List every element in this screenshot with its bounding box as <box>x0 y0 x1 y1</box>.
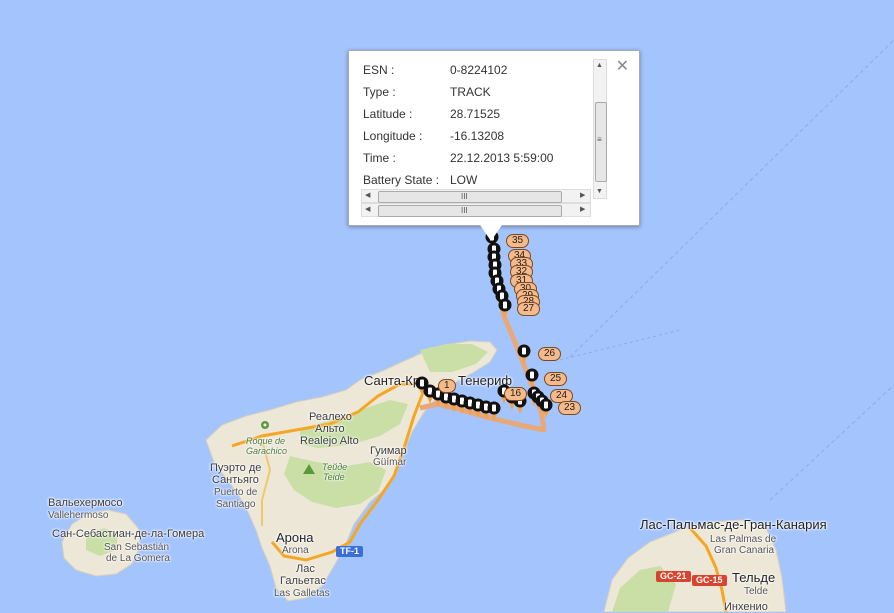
place-label-galletas: Гальетас <box>280 575 326 587</box>
info-row-time: Time : 22.12.2013 5:59:00 <box>361 147 593 169</box>
info-value: 0-8224102 <box>450 63 508 77</box>
place-label-galletas: Лас <box>296 563 315 575</box>
place-label-las-palmas: Gran Canaria <box>714 545 775 556</box>
place-label-san-sebastian: de La Gomera <box>106 553 170 564</box>
place-label-las-palmas: Las Palmas de <box>710 534 777 545</box>
info-window: ✕ ESN : 0-8224102 Type : TRACK Latitude … <box>348 50 640 226</box>
info-value: LOW <box>450 173 478 187</box>
place-label-puerto: Puerto de <box>214 487 258 498</box>
info-value: TRACK <box>450 85 491 99</box>
track-label[interactable]: 26 <box>538 347 562 361</box>
track-marker-pin[interactable] <box>539 398 553 418</box>
track-marker-pin[interactable] <box>517 344 531 364</box>
info-row-battery: Battery State : LOW <box>361 169 593 191</box>
place-label-teide: Тейде <box>322 462 348 472</box>
vertical-scrollbar[interactable]: ▲ ≡ ▼ <box>593 59 607 199</box>
scroll-up-icon[interactable]: ▲ <box>596 61 603 71</box>
place-label-san-sebastian: Сан-Себастиан-де-ла-Гомера <box>52 528 205 540</box>
place-label-san-sebastian: San Sebastián <box>104 542 170 553</box>
place-label-telde: Тельде <box>732 570 776 585</box>
place-label-galletas: Las Galletas <box>274 588 330 599</box>
info-key: Time : <box>363 151 396 165</box>
track-marker-pin[interactable] <box>487 401 501 421</box>
place-label-vallehermoso: Вальехермосо <box>48 497 123 509</box>
info-value: 28.71525 <box>450 107 501 121</box>
place-label-realejo: Альто <box>315 423 345 435</box>
info-row-longitude: Longitude : -16.13208 <box>361 125 593 147</box>
info-key: Battery State : <box>363 173 440 187</box>
track-marker-pin[interactable] <box>525 368 539 388</box>
place-label-arona: Arona <box>282 545 309 556</box>
info-row-latitude: Latitude : 28.71525 <box>361 103 593 125</box>
info-window-pointer <box>480 225 502 241</box>
track-label[interactable]: 16 <box>504 387 528 401</box>
info-row-type: Type : TRACK <box>361 81 593 103</box>
place-label-teide: Teide <box>323 472 345 482</box>
scroll-thumb[interactable]: ≡ <box>595 102 607 182</box>
track-label[interactable]: 35 <box>506 234 530 248</box>
road-shield-gc21: GC-21 <box>656 571 691 582</box>
place-label-realejo: Реалехо <box>309 411 352 423</box>
place-label-puerto: Santiago <box>216 499 256 510</box>
road-shield-gc15: GC-15 <box>692 575 727 586</box>
info-key: ESN : <box>363 63 395 77</box>
info-value: 22.12.2013 5:59:00 <box>450 151 554 165</box>
info-content: ESN : 0-8224102 Type : TRACK Latitude : … <box>361 59 593 189</box>
viewpoint-icon <box>261 421 269 429</box>
place-label-telde: Telde <box>744 586 768 597</box>
road-shield-tf1: TF-1 <box>336 546 363 557</box>
scroll-down-icon[interactable]: ▼ <box>596 187 603 197</box>
scroll-left-icon[interactable]: ◀ <box>365 191 370 201</box>
info-key: Latitude : <box>363 107 413 121</box>
scroll-thumb[interactable]: III <box>378 205 562 217</box>
horizontal-scrollbar[interactable]: ◀ III ▶ <box>361 203 591 217</box>
place-label-vallehermoso: Vallehermoso <box>48 510 109 521</box>
ferry-route-line <box>559 329 681 361</box>
scroll-thumb[interactable]: III <box>378 191 562 203</box>
info-key: Type : <box>363 85 396 99</box>
close-icon[interactable]: ✕ <box>616 59 629 75</box>
place-label-puerto: Пуэрто де <box>210 462 262 474</box>
info-key: Longitude : <box>363 129 423 143</box>
place-label-guimar: Гуимар <box>370 445 407 457</box>
place-label-las-palmas: Лас-Пальмас-де-Гран-Канария <box>640 517 827 532</box>
ferry-route-line <box>769 384 894 501</box>
place-label-puerto: Сантьяго <box>212 474 259 486</box>
scroll-right-icon[interactable]: ▶ <box>580 205 585 215</box>
place-label-roque: Roque de <box>246 436 286 446</box>
place-label-ingenio: Инхенио <box>724 601 768 613</box>
scroll-right-icon[interactable]: ▶ <box>580 191 585 201</box>
place-label-arona: Арона <box>276 530 314 545</box>
horizontal-scrollbar[interactable]: ◀ III ▶ <box>361 189 591 203</box>
grip-icon: ≡ <box>597 135 602 144</box>
info-value: -16.13208 <box>450 129 505 143</box>
scroll-left-icon[interactable]: ◀ <box>365 205 370 215</box>
mountain-icon <box>303 464 315 474</box>
place-label-guimar: Güímar <box>373 457 407 468</box>
place-label-realejo: Realejo Alto <box>300 435 359 447</box>
place-label-roque: Garachico <box>246 446 288 456</box>
track-label[interactable]: 25 <box>544 372 568 386</box>
track-label[interactable]: 23 <box>558 401 582 415</box>
track-label[interactable]: 1 <box>438 379 456 393</box>
track-marker-pin[interactable] <box>498 298 512 318</box>
grip-icon: III <box>461 206 468 215</box>
info-row-esn: ESN : 0-8224102 <box>361 59 593 81</box>
track-label[interactable]: 27 <box>517 302 541 316</box>
grip-icon: III <box>461 192 468 201</box>
